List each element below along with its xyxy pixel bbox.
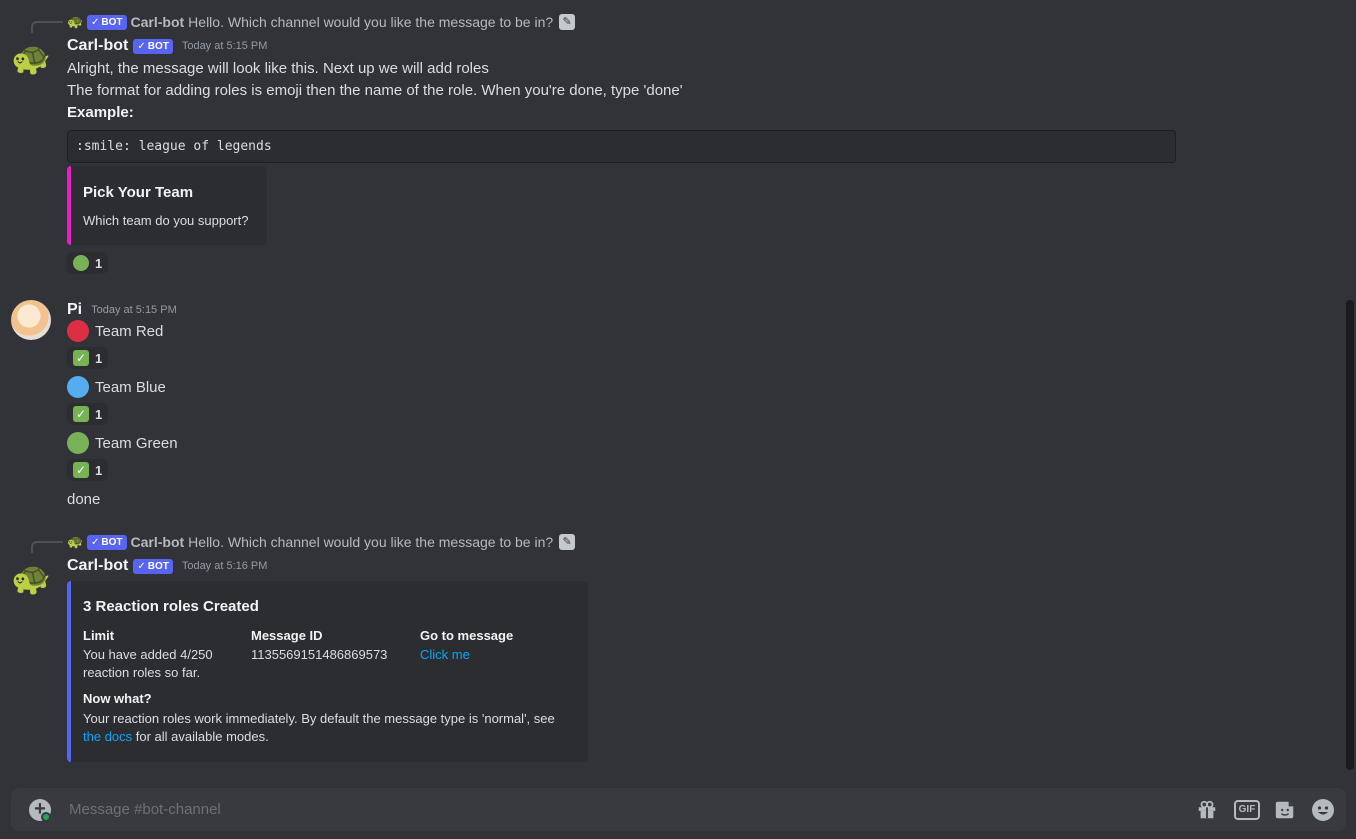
edit-icon: ✎ [559,14,576,30]
check-mark-icon: ✓ [73,462,89,478]
team-line: Team Blue [67,376,166,398]
reply-connector [31,541,63,553]
timestamp: Today at 5:15 PM [181,40,268,52]
avatar[interactable] [11,300,51,340]
field-name-message-id: Message ID [251,628,323,643]
check-mark-icon: ✓ [73,350,89,366]
sticker-icon[interactable] [1273,798,1297,822]
reply-connector [31,21,63,33]
go-to-message-link[interactable]: Click me [420,646,470,664]
field-value-limit-2: reaction roles so far. [83,665,201,680]
timestamp: Today at 5:16 PM [181,560,268,572]
team-line: Team Red [67,320,163,342]
example-label: Example: [67,104,134,121]
reaction-count: 1 [95,462,103,478]
status-dot [41,812,51,822]
message-composer: + GIF [11,788,1346,831]
turtle-icon: 🐢 [67,14,84,29]
team-label: Team Green [95,434,178,452]
reply-text[interactable]: Hello. Which channel would you like the … [188,534,553,550]
reply-author[interactable]: Carl-bot [131,534,185,550]
avatar[interactable]: 🐢 [11,38,51,78]
avatar[interactable]: 🐢 [11,558,51,598]
green-circle-icon [73,255,89,271]
reaction[interactable]: ✓ 1 [67,403,109,425]
field-name-go-to-message: Go to message [420,628,514,643]
embed: Pick Your Team Which team do you support… [67,166,267,245]
username[interactable]: Pi [67,301,82,319]
emoji-icon[interactable] [1311,798,1335,822]
username[interactable]: Carl-bot [67,557,128,575]
green-circle-icon [67,432,89,454]
message-input[interactable] [67,788,1167,831]
reaction-count: 1 [95,406,103,422]
reply-author[interactable]: Carl-bot [131,14,185,30]
gif-icon[interactable]: GIF [1234,800,1260,820]
chat-messages: 🐢 ✓ BOT Carl-bot Hello. Which channel wo… [0,0,1356,785]
reaction[interactable]: 1 [67,252,109,274]
reaction[interactable]: ✓ 1 [67,347,109,369]
red-circle-icon [67,320,89,342]
bot-badge: ✓ BOT [133,38,173,54]
turtle-icon: 🐢 [67,534,84,549]
username[interactable]: Carl-bot [67,37,128,55]
bot-badge: ✓ BOT [87,14,127,30]
scrollbar[interactable] [1346,300,1354,770]
reaction-count: 1 [95,350,103,366]
check-mark-icon: ✓ [73,406,89,422]
team-line: Team Green [67,432,178,454]
embed-title: Pick Your Team [83,184,194,201]
blue-circle-icon [67,376,89,398]
team-label: Team Blue [95,378,166,396]
timestamp: Today at 5:15 PM [91,304,177,316]
reaction-count: 1 [95,255,103,271]
embed-title: 3 Reaction roles Created [83,598,259,615]
reaction[interactable]: ✓ 1 [67,459,109,481]
field-name-now-what: Now what? [83,691,152,706]
code-block: :smile: league of legends [67,130,1176,163]
message-header: Pi Today at 5:15 PM [67,299,177,321]
bot-badge: ✓ BOT [133,558,173,574]
field-name-limit: Limit [83,628,115,643]
message-header: Carl-bot ✓ BOT Today at 5:16 PM [67,555,267,577]
bot-badge: ✓ BOT [87,534,127,550]
edit-icon: ✎ [559,534,576,550]
field-value-message-id: 1135569151486869573 [251,647,388,662]
team-label: Team Red [95,322,164,340]
field-value-now-what: Your reaction roles work immediately. By… [83,711,555,744]
message-text: The format for adding roles is emoji the… [67,82,683,99]
reply-preview[interactable]: 🐢 ✓ BOT Carl-bot Hello. Which channel wo… [67,13,576,31]
message-text: Alright, the message will look like this… [67,60,489,77]
gift-icon[interactable] [1195,798,1219,822]
docs-link[interactable]: the docs [83,729,132,744]
field-value-limit-1: You have added 4/250 [83,647,213,662]
message-text: done [67,491,101,508]
reply-preview[interactable]: 🐢 ✓ BOT Carl-bot Hello. Which channel wo… [67,533,576,551]
embed: 3 Reaction roles Created Limit You have … [67,581,588,762]
message-header: Carl-bot ✓ BOT Today at 5:15 PM [67,35,267,57]
embed-description: Which team do you support? [83,213,249,228]
reply-text[interactable]: Hello. Which channel would you like the … [188,14,553,30]
